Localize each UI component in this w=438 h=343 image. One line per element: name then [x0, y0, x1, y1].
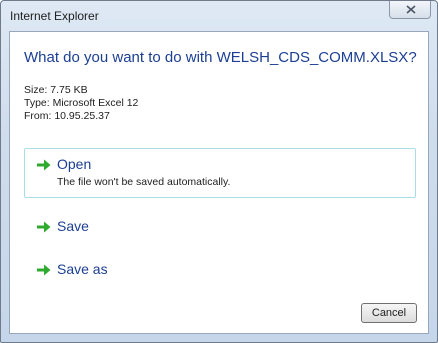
cancel-button[interactable]: Cancel [361, 303, 417, 323]
save-as-option-label: Save as [57, 261, 108, 277]
close-icon [406, 5, 416, 14]
file-size: Size: 7.75 KB [24, 84, 88, 96]
file-info: Size: 7.75 KB Type: Microsoft Excel 12 F… [24, 84, 138, 123]
green-arrow-icon [37, 221, 51, 233]
save-option-label: Save [57, 218, 89, 234]
close-button[interactable] [389, 1, 431, 19]
dialog-window: Internet Explorer What do you want to do… [0, 0, 438, 343]
save-option[interactable]: Save [24, 209, 416, 241]
dialog-content: What do you want to do with WELSH_CDS_CO… [9, 31, 429, 334]
file-type: Type: Microsoft Excel 12 [24, 97, 139, 109]
open-option[interactable]: Open The file won't be saved automatical… [24, 148, 416, 198]
save-as-option[interactable]: Save as [24, 252, 416, 284]
green-arrow-icon [37, 264, 51, 276]
open-option-label: Open [57, 156, 92, 172]
window-title: Internet Explorer [10, 9, 99, 23]
green-arrow-icon [37, 159, 51, 171]
title-bar: Internet Explorer [1, 1, 437, 31]
dialog-heading: What do you want to do with WELSH_CDS_CO… [24, 49, 417, 66]
open-option-description: The file won't be saved automatically. [57, 176, 231, 188]
file-source: From: 10.95.25.37 [24, 110, 110, 122]
